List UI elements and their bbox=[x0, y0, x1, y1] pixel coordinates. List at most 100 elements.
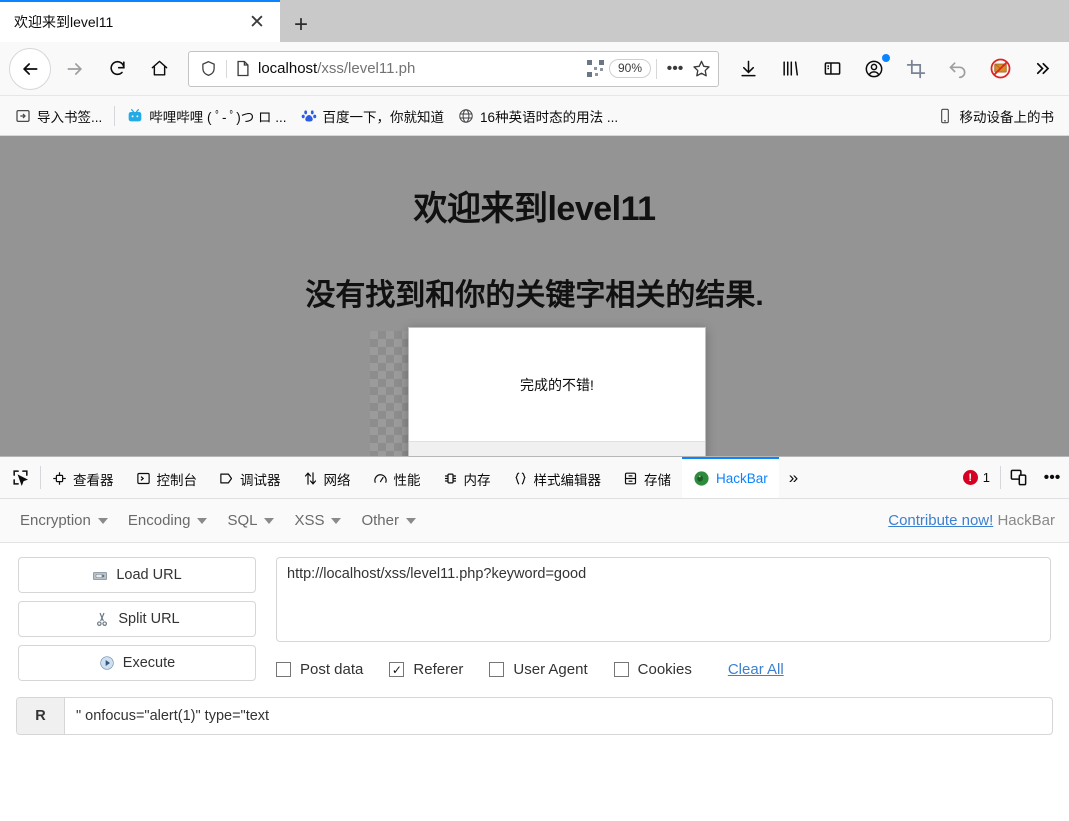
back-arrow-icon[interactable] bbox=[9, 47, 51, 90]
hackbar-body: Load URL Split URL Execute http://localh… bbox=[0, 543, 1069, 681]
page-icon[interactable] bbox=[234, 60, 252, 77]
bookmark-label: 哔哩哔哩 ( ﾟ- ﾟ)つ ロ ... bbox=[149, 109, 287, 125]
import-bookmarks-icon bbox=[15, 108, 31, 124]
checkbox-box[interactable] bbox=[389, 662, 405, 677]
bilibili-icon bbox=[127, 108, 143, 124]
bookmark-label: 16种英语时态的用法 ... bbox=[480, 109, 619, 125]
dialog-message: 完成的不错! bbox=[520, 376, 594, 393]
checkbox-user-agent[interactable]: User Agent bbox=[489, 661, 588, 678]
devtools-menu-icon[interactable]: ••• bbox=[1035, 457, 1069, 498]
referer-row: R " onfocus="alert(1)" type="text bbox=[16, 697, 1053, 735]
tab-label: 存储 bbox=[644, 472, 671, 488]
home-icon[interactable] bbox=[141, 51, 177, 87]
qr-code-icon[interactable] bbox=[586, 60, 604, 77]
menu-label: SQL bbox=[227, 512, 258, 529]
hackbar-menu-sql[interactable]: SQL bbox=[221, 509, 288, 532]
tab-hackbar[interactable]: HackBar bbox=[682, 457, 779, 498]
tab-label: 网络 bbox=[323, 472, 351, 488]
checkbox-label: Cookies bbox=[637, 661, 692, 678]
account-icon[interactable] bbox=[856, 51, 892, 87]
bookmark-bilibili[interactable]: 哔哩哔哩 ( ﾟ- ﾟ)つ ロ ... bbox=[120, 102, 293, 130]
checkbox-cookies[interactable]: Cookies bbox=[613, 661, 692, 678]
zoom-level-badge[interactable]: 90% bbox=[608, 59, 651, 78]
hackbar-menubar: Encryption Encoding SQL XSS Other Contri… bbox=[0, 499, 1069, 543]
error-count-badge[interactable]: ! 1 bbox=[953, 457, 1000, 498]
sidebar-icon[interactable] bbox=[814, 51, 850, 87]
element-picker-icon[interactable] bbox=[0, 457, 40, 498]
load-url-button[interactable]: Load URL bbox=[18, 557, 256, 593]
referer-tag: R bbox=[17, 698, 65, 734]
tab-style-editor[interactable]: 样式编辑器 bbox=[502, 457, 613, 498]
library-icon[interactable] bbox=[772, 51, 808, 87]
hackbar-menu-encryption[interactable]: Encryption bbox=[14, 509, 122, 532]
new-tab-icon[interactable]: + bbox=[280, 8, 322, 42]
bookmark-label: 导入书签... bbox=[37, 109, 103, 125]
overflow-chevrons-icon[interactable] bbox=[1024, 51, 1060, 87]
tab-inspector[interactable]: 查看器 bbox=[41, 457, 125, 498]
tab-memory[interactable]: 内存 bbox=[432, 457, 502, 498]
tab-debugger[interactable]: 调试器 bbox=[208, 457, 292, 498]
contribute-link[interactable]: Contribute now! bbox=[888, 512, 993, 529]
menu-label: XSS bbox=[294, 512, 325, 529]
screenshot-crop-icon[interactable] bbox=[898, 51, 934, 87]
browser-window: 欢迎来到level11 ✕ + localhost/xss/level11.ph bbox=[0, 0, 1069, 821]
tab-title: 欢迎来到level11 bbox=[14, 14, 114, 30]
tab-storage[interactable]: 存储 bbox=[612, 457, 682, 498]
hackbar-menu-xss[interactable]: XSS bbox=[288, 509, 355, 532]
checkbox-post-data[interactable]: Post data bbox=[276, 661, 363, 678]
globe-icon bbox=[458, 108, 474, 124]
menu-label: Other bbox=[361, 512, 399, 529]
split-url-button[interactable]: Split URL bbox=[18, 601, 256, 637]
bookmark-english-tenses[interactable]: 16种英语时态的用法 ... bbox=[451, 102, 625, 130]
tab-network[interactable]: 网络 bbox=[292, 457, 362, 498]
page-actions-more-icon[interactable]: ••• bbox=[662, 56, 688, 82]
play-icon bbox=[99, 655, 115, 671]
chevron-down-icon bbox=[405, 518, 416, 525]
browser-tab[interactable]: 欢迎来到level11 ✕ bbox=[0, 0, 280, 42]
close-icon[interactable]: ✕ bbox=[244, 9, 270, 35]
page-subtitle: 没有找到和你的关键字相关的结果. bbox=[305, 279, 764, 312]
forward-arrow-icon[interactable] bbox=[57, 51, 93, 87]
chevron-down-icon bbox=[97, 518, 108, 525]
responsive-design-mode-icon[interactable] bbox=[1001, 457, 1035, 498]
tab-label: HackBar bbox=[716, 471, 768, 486]
javascript-confirm-dialog: 完成的不错! 确定 取消 bbox=[408, 327, 706, 456]
bookmark-baidu[interactable]: 百度一下，你就知道 bbox=[294, 102, 452, 130]
chevron-down-icon bbox=[264, 518, 275, 525]
bookmark-import-bookmarks[interactable]: 导入书签... bbox=[8, 102, 109, 130]
url-input[interactable]: http://localhost/xss/level11.php?keyword… bbox=[276, 557, 1051, 642]
divider bbox=[114, 105, 116, 126]
error-icon: ! bbox=[962, 470, 978, 485]
divider bbox=[226, 59, 227, 78]
checkbox-referer[interactable]: Referer bbox=[389, 661, 463, 678]
execute-button[interactable]: Execute bbox=[18, 645, 256, 681]
shield-icon[interactable] bbox=[197, 60, 219, 77]
checkbox-box[interactable] bbox=[489, 662, 505, 677]
page-viewport: 欢迎来到level11 没有找到和你的关键字相关的结果. 4 8 完成的不错! … bbox=[0, 136, 1069, 456]
tab-performance[interactable]: 性能 bbox=[362, 457, 432, 498]
downloads-icon[interactable] bbox=[730, 51, 766, 87]
bookmark-mobile-devices[interactable]: 移动设备上的书 bbox=[931, 102, 1062, 130]
tab-console[interactable]: 控制台 bbox=[125, 457, 209, 498]
hackbar-contribute: Contribute now! HackBar bbox=[888, 512, 1055, 529]
referer-input[interactable]: " onfocus="alert(1)" type="text bbox=[65, 698, 1052, 734]
tab-label: 控制台 bbox=[156, 472, 198, 488]
clear-all-link[interactable]: Clear All bbox=[728, 661, 784, 678]
devtools-overflow-icon[interactable]: » bbox=[779, 457, 808, 498]
bookmark-star-icon[interactable] bbox=[688, 56, 714, 82]
hackbar-menu-encoding[interactable]: Encoding bbox=[122, 509, 222, 532]
undo-icon[interactable] bbox=[940, 51, 976, 87]
checkbox-box[interactable] bbox=[613, 662, 629, 677]
checkbox-box[interactable] bbox=[276, 662, 291, 677]
hackbar-menu-other[interactable]: Other bbox=[355, 509, 430, 532]
blocked-extension-icon[interactable] bbox=[982, 51, 1018, 87]
url-text[interactable]: localhost/xss/level11.ph bbox=[258, 60, 585, 77]
devtools-panel: 查看器 控制台 调试器 网络 性能 内存 样式编辑器 存储 HackBar » … bbox=[0, 456, 1069, 735]
tab-label: 查看器 bbox=[73, 472, 114, 488]
button-label: Load URL bbox=[116, 567, 182, 583]
reload-icon[interactable] bbox=[99, 51, 135, 87]
account-notification-dot bbox=[882, 53, 890, 62]
error-count: 1 bbox=[982, 470, 990, 485]
url-bar[interactable]: localhost/xss/level11.ph 90% ••• bbox=[188, 50, 719, 87]
